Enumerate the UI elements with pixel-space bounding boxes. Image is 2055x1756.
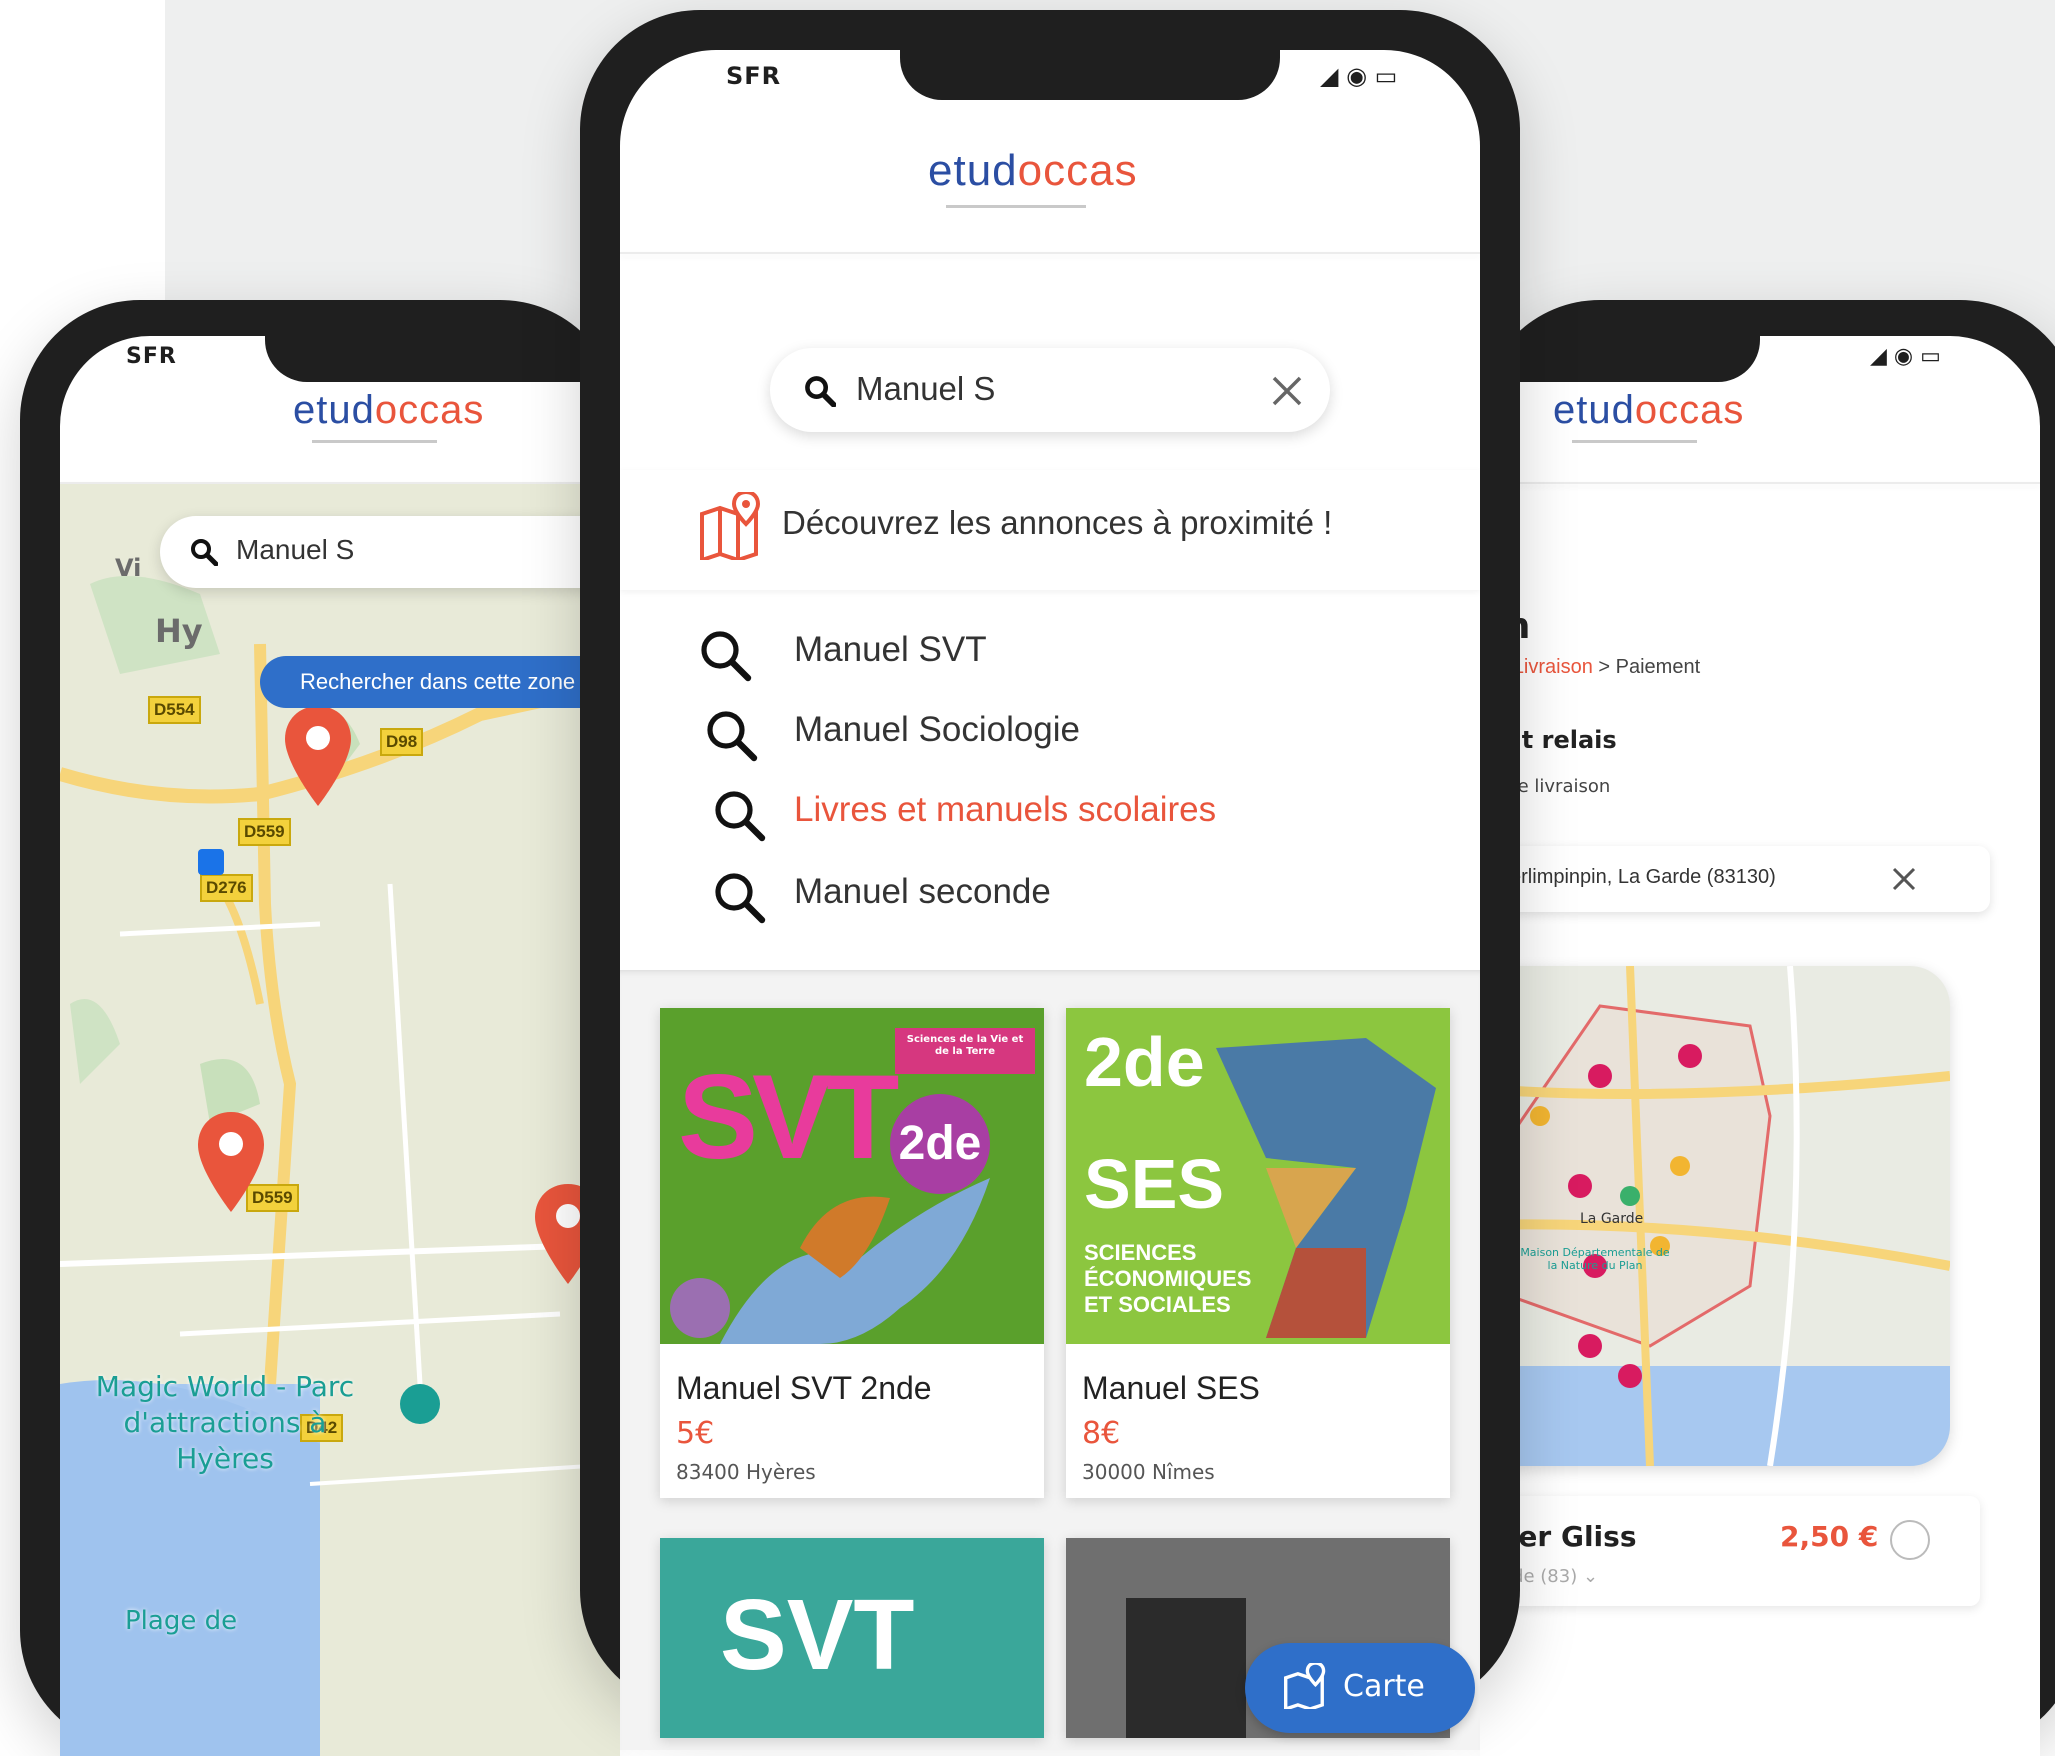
map-poi-label: Magic World - Parc d'attractions à Hyère…: [95, 1370, 355, 1475]
notebook-image: [1126, 1598, 1246, 1738]
phone-center-screen: SFR ◢ ◉ ▭ etudoccas Manuel S Découvrez l…: [620, 50, 1480, 1750]
search-icon: [191, 539, 218, 566]
listing-card[interactable]: SVT: [660, 1538, 1044, 1738]
chevron-down-icon[interactable]: ⌄: [1583, 1566, 1598, 1587]
status-carrier: SFR: [126, 344, 177, 369]
cover-subject: SES: [1084, 1145, 1225, 1223]
suggestion-list: Manuel SVT Manuel Sociologie Livres et m…: [620, 610, 1480, 990]
search-area-button[interactable]: Rechercher dans cette zone: [260, 656, 620, 708]
logo-part-etud: etud: [928, 146, 1018, 195]
poi-icon: [400, 1384, 440, 1424]
logo-part-etud: etud: [293, 388, 375, 432]
road-label: D554: [148, 696, 201, 724]
status-icons: ◢ ◉ ▭: [1870, 344, 1941, 369]
cover-tag: SCIENCES ÉCONOMIQUES ET SOCIALES: [1084, 1240, 1252, 1317]
logo-part-etud: etud: [1553, 388, 1635, 432]
breadcrumb-next: Paiement: [1615, 656, 1701, 678]
listing-title: Manuel SVT 2nde: [676, 1370, 932, 1406]
status-carrier: SFR: [726, 62, 782, 90]
listing-price: 8€: [1082, 1416, 1121, 1451]
suggestion-label-highlighted: Livres et manuels scolaires: [794, 790, 1217, 829]
map-view-button[interactable]: Carte: [1245, 1643, 1475, 1733]
clear-search-icon[interactable]: [1270, 374, 1304, 408]
suggestion-label: Manuel Sociologie: [794, 710, 1081, 749]
map-place-label: Plage de: [125, 1606, 238, 1636]
cover-badge: 2de: [890, 1094, 990, 1194]
header-divider: [1480, 482, 2040, 484]
suggestion-item[interactable]: Manuel Sociologie: [620, 690, 1480, 770]
search-icon: [701, 631, 752, 682]
listing-cover-image: Sciences de la Vie et de la Terre SVT 2d…: [660, 1008, 1044, 1344]
map-pin-folded-icon: [700, 492, 761, 560]
cover-title: SVT: [678, 1050, 899, 1184]
search-input[interactable]: Manuel S: [856, 370, 995, 408]
suggestion-label: Manuel seconde: [794, 872, 1051, 911]
status-icons: ◢ ◉ ▭: [1320, 62, 1398, 90]
cover-title: 2de: [1084, 1023, 1205, 1101]
app-logo: etudoccas: [1553, 388, 1744, 433]
relay-map[interactable]: La Garde Maison Départementale de la Nat…: [1480, 966, 1950, 1466]
logo-tagline: [1572, 440, 1697, 443]
cover-tag: Sciences de la Vie et de la Terre: [906, 1034, 1024, 1057]
listing-cover-image: 2de SES SCIENCES ÉCONOMIQUES ET SOCIALES: [1066, 1008, 1450, 1344]
phone-right: ◢ ◉ ▭ etudoccas on s > Livraison > Paiem…: [1480, 300, 2055, 1756]
app-logo: etudoccas: [293, 388, 484, 433]
app-logo: etudoccas: [928, 146, 1138, 196]
map-view-button-label: Carte: [1343, 1669, 1425, 1704]
listing-location: 30000 Nîmes: [1082, 1460, 1215, 1484]
address-input[interactable]: e Perlimpinpin, La Garde (83130): [1480, 866, 1776, 889]
map-pin-icon[interactable]: [285, 706, 351, 806]
phone-left-screen: SFR etudoccas Vi Hy D554 D98 D559 D276 D…: [60, 336, 620, 1756]
search-bar[interactable]: Manuel S: [770, 348, 1330, 432]
phone-center: SFR ◢ ◉ ▭ etudoccas Manuel S Découvrez l…: [580, 10, 1520, 1750]
map-label: La Garde: [1580, 1211, 1644, 1227]
map-icon: [1284, 1663, 1326, 1709]
suggestion-item[interactable]: Manuel seconde: [620, 850, 1480, 930]
search-icon: [707, 711, 758, 762]
relay-map-drawing: [1480, 966, 1950, 1466]
listing-location: 83400 Hyères: [676, 1460, 816, 1484]
listing-title: Manuel SES: [1082, 1370, 1260, 1406]
phone-left: SFR etudoccas Vi Hy D554 D98 D559 D276 D…: [20, 300, 620, 1756]
listing-price: 5€: [676, 1416, 715, 1451]
road-label: D98: [380, 728, 424, 756]
map-place-label: Vi: [115, 554, 142, 582]
breadcrumb-current: Livraison: [1512, 656, 1593, 678]
listing-card[interactable]: 2de SES SCIENCES ÉCONOMIQUES ET SOCIALES…: [1066, 1008, 1450, 1498]
search-input[interactable]: Manuel S: [236, 534, 354, 566]
suggestion-label: Manuel SVT: [794, 630, 987, 669]
listing-card[interactable]: Sciences de la Vie et de la Terre SVT 2d…: [660, 1008, 1044, 1498]
map-label: Maison Départementale de la Nature du Pl…: [1520, 1246, 1670, 1272]
phone-notch: [265, 336, 620, 382]
relay-option[interactable]: oller Gliss Garde (83) ⌄ 2,50 €: [1480, 1496, 1980, 1606]
address-field[interactable]: e Perlimpinpin, La Garde (83130): [1480, 846, 1990, 912]
header-divider: [620, 252, 1480, 254]
nearby-banner-text: Découvrez les annonces à proximité !: [782, 504, 1333, 541]
logo-tagline: [946, 205, 1086, 208]
map-pin-icon[interactable]: [198, 1112, 264, 1212]
phone-right-screen: ◢ ◉ ▭ etudoccas on s > Livraison > Paiem…: [1480, 336, 2040, 1756]
logo-part-occas: occas: [1634, 388, 1745, 432]
search-icon: [715, 873, 766, 924]
phone-notch: [900, 50, 1280, 100]
suggestion-item[interactable]: Livres et manuels scolaires: [620, 770, 1480, 850]
clear-icon[interactable]: [1890, 865, 1918, 893]
cover-title: SVT: [720, 1579, 915, 1691]
nearby-banner[interactable]: Découvrez les annonces à proximité !: [620, 470, 1480, 590]
relay-radio[interactable]: [1890, 1520, 1930, 1560]
relay-price: 2,50 €: [1780, 1520, 1879, 1553]
map-search-bar[interactable]: Manuel S: [160, 516, 620, 588]
logo-part-occas: occas: [374, 388, 485, 432]
map-place-label: Hy: [155, 612, 203, 650]
search-icon: [715, 791, 766, 842]
train-station-icon: [198, 849, 224, 875]
suggestion-item[interactable]: Manuel SVT: [620, 610, 1480, 690]
logo-part-occas: occas: [1017, 146, 1138, 195]
road-label: D276: [200, 874, 253, 902]
logo-tagline: [312, 440, 437, 443]
search-icon: [805, 376, 836, 407]
phone-notch: [1480, 336, 1760, 382]
road-label: D559: [238, 818, 291, 846]
